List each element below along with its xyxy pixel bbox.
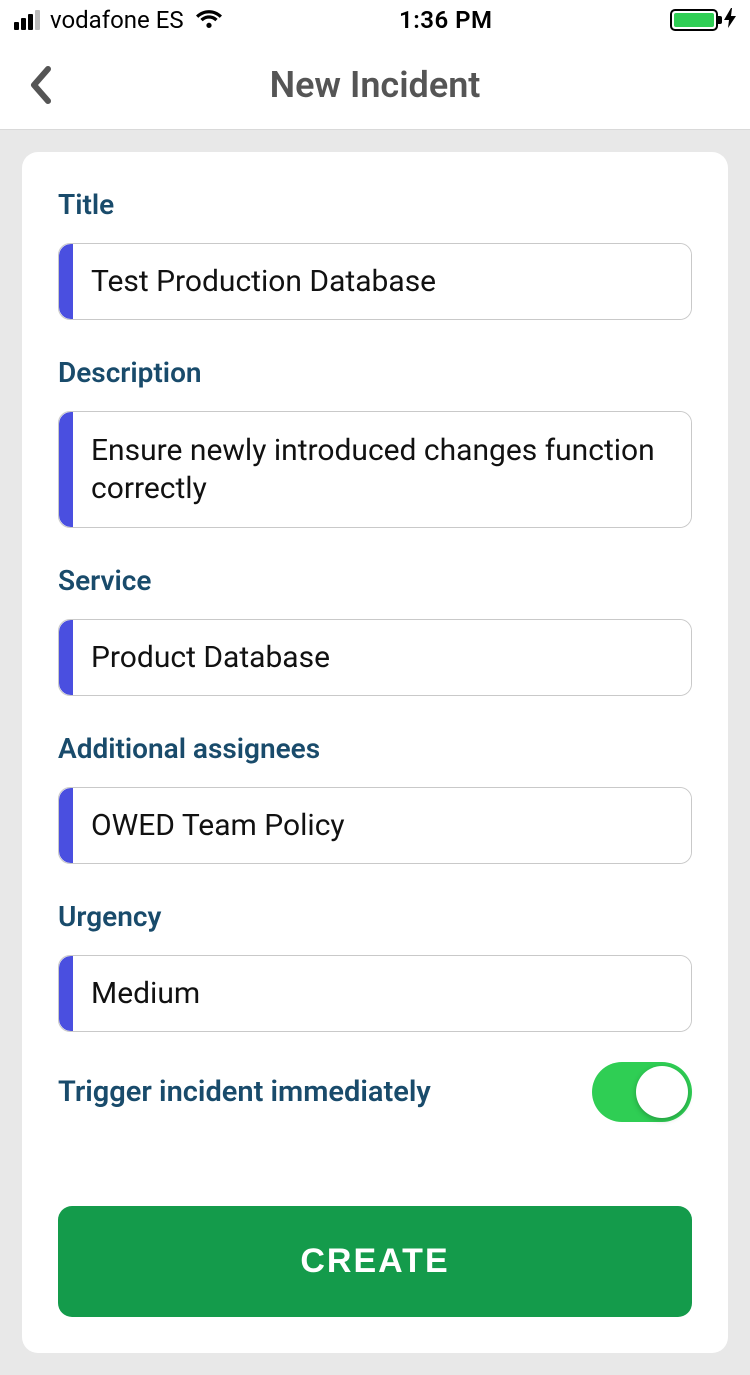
carrier-label: vodafone ES xyxy=(50,6,184,34)
trigger-row: Trigger incident immediately xyxy=(58,1062,692,1122)
status-left: vodafone ES xyxy=(14,6,222,34)
input-accent xyxy=(59,788,73,863)
create-button[interactable]: CREATE xyxy=(58,1206,692,1317)
assignees-select[interactable] xyxy=(58,787,692,864)
form-card: Title Description Service Additional ass… xyxy=(22,152,728,1353)
back-button[interactable] xyxy=(20,65,60,105)
urgency-value[interactable] xyxy=(73,956,691,1031)
input-accent xyxy=(59,412,73,527)
charging-icon xyxy=(724,8,736,33)
title-input-wrap[interactable] xyxy=(58,243,692,320)
description-label: Description xyxy=(58,356,692,389)
title-input[interactable] xyxy=(73,244,691,319)
input-accent xyxy=(59,244,73,319)
urgency-select[interactable] xyxy=(58,955,692,1032)
trigger-toggle[interactable] xyxy=(592,1062,692,1122)
service-select[interactable] xyxy=(58,619,692,696)
chevron-left-icon xyxy=(28,65,52,105)
description-input[interactable] xyxy=(73,412,691,527)
input-accent xyxy=(59,956,73,1031)
assignees-value[interactable] xyxy=(73,788,691,863)
signal-icon xyxy=(14,10,40,30)
title-label: Title xyxy=(58,188,692,221)
description-input-wrap[interactable] xyxy=(58,411,692,528)
assignees-label: Additional assignees xyxy=(58,732,692,765)
page-title: New Incident xyxy=(0,64,750,106)
nav-header: New Incident xyxy=(0,40,750,130)
service-value[interactable] xyxy=(73,620,691,695)
input-accent xyxy=(59,620,73,695)
urgency-label: Urgency xyxy=(58,900,692,933)
toggle-knob xyxy=(636,1066,688,1118)
status-right xyxy=(670,8,736,33)
trigger-label: Trigger incident immediately xyxy=(58,1075,431,1109)
status-bar: vodafone ES 1:36 PM xyxy=(0,0,750,40)
battery-icon xyxy=(670,9,718,31)
status-time: 1:36 PM xyxy=(222,6,670,34)
content: Title Description Service Additional ass… xyxy=(0,130,750,1375)
wifi-icon xyxy=(196,6,222,34)
service-label: Service xyxy=(58,564,692,597)
